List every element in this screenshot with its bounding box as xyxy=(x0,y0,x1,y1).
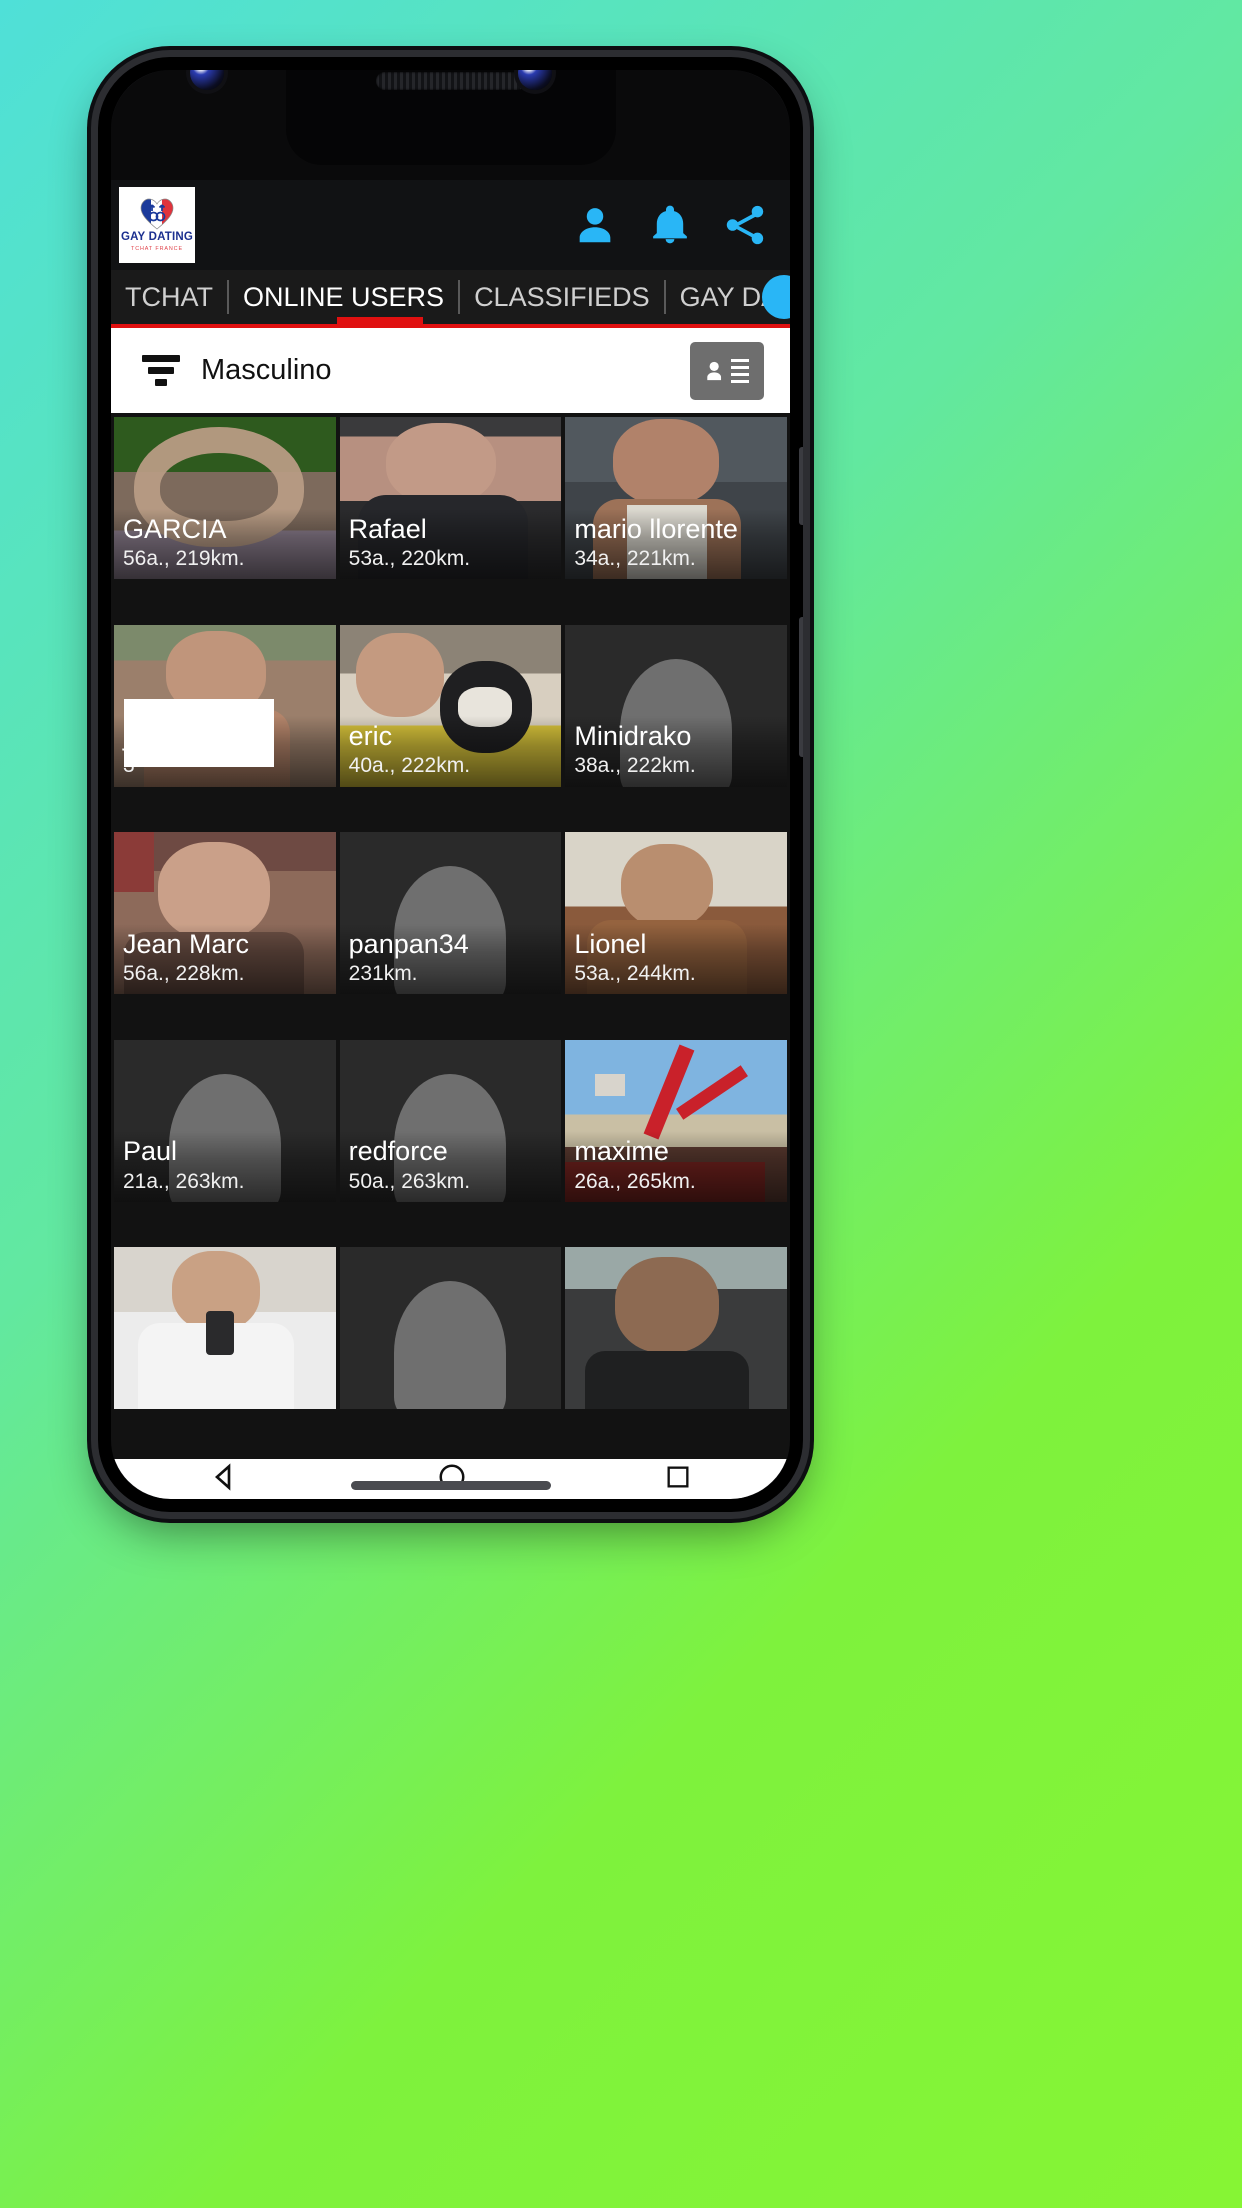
status-notch-area xyxy=(111,70,790,180)
phone-device: GAY DATING TCHAT FRANCE TCHAT ONLINE USE… xyxy=(98,57,803,1512)
user-name: eric xyxy=(348,721,393,752)
recents-button[interactable] xyxy=(664,1463,692,1496)
user-card[interactable]: j 3 xyxy=(114,624,336,787)
header-actions xyxy=(572,202,786,248)
user-meta: panpan34 231km. xyxy=(339,923,562,995)
user-name: mario llorente xyxy=(574,513,738,544)
user-meta: Lionel 53a., 244km. xyxy=(565,923,787,995)
redaction-overlay xyxy=(124,698,274,767)
volume-button[interactable] xyxy=(799,447,803,525)
user-detail: 21a., 263km. xyxy=(123,1169,245,1193)
tab-online-users[interactable]: ONLINE USERS xyxy=(229,270,458,324)
user-card[interactable]: eric 40a., 222km. xyxy=(339,624,562,787)
user-name: Jean Marc xyxy=(123,928,250,959)
filter-bar: Masculino xyxy=(111,328,790,413)
user-card[interactable]: maxime 26a., 265km. xyxy=(565,1039,787,1202)
user-detail: 53a., 220km. xyxy=(348,546,471,570)
user-meta: GARCIA 56a., 219km. xyxy=(114,508,336,579)
user-grid: GARCIA 56a., 219km. Rafael 53a., 220km. xyxy=(111,413,790,1455)
back-button[interactable] xyxy=(209,1461,241,1498)
phone-screen: GAY DATING TCHAT FRANCE TCHAT ONLINE USE… xyxy=(111,70,790,1499)
camera-notch xyxy=(189,70,616,165)
user-detail: 40a., 222km. xyxy=(348,754,471,778)
profile-icon[interactable] xyxy=(572,202,618,248)
user-detail: 53a., 244km. xyxy=(574,962,696,985)
user-meta: eric 40a., 222km. xyxy=(339,716,562,787)
user-card[interactable]: mario llorente 34a., 221km. xyxy=(565,417,787,579)
tab-bar[interactable]: TCHAT ONLINE USERS CLASSIFIEDS GAY DATIN… xyxy=(111,270,790,328)
user-detail: 56a., 219km. xyxy=(123,546,245,570)
logo-subtitle: TCHAT FRANCE xyxy=(131,245,183,252)
front-camera-icon xyxy=(189,70,224,90)
user-meta: mario llorente 34a., 221km. xyxy=(565,508,787,579)
user-name: GARCIA xyxy=(123,513,227,544)
user-meta: Minidrako 38a., 222km. xyxy=(565,716,787,787)
tab-classifieds[interactable]: CLASSIFIEDS xyxy=(460,270,664,324)
user-name: maxime xyxy=(574,1136,669,1167)
user-card[interactable] xyxy=(114,1247,336,1410)
user-photo xyxy=(565,1247,787,1410)
user-card[interactable]: Rafael 53a., 220km. xyxy=(339,417,562,579)
user-name: Rafael xyxy=(348,513,427,544)
user-detail: 38a., 222km. xyxy=(574,754,696,778)
user-card[interactable]: Lionel 53a., 244km. xyxy=(565,832,787,995)
user-name: Minidrako xyxy=(574,721,692,752)
user-card[interactable] xyxy=(339,1247,562,1410)
user-meta: Paul 21a., 263km. xyxy=(114,1131,336,1202)
user-card[interactable]: redforce 50a., 263km. xyxy=(339,1039,562,1202)
home-indicator xyxy=(350,1481,551,1490)
user-name: Lionel xyxy=(574,928,647,959)
user-meta: maxime 26a., 265km. xyxy=(565,1131,787,1202)
user-meta: redforce 50a., 263km. xyxy=(339,1131,562,1202)
android-navigation-bar xyxy=(111,1459,790,1499)
sort-filter-icon[interactable] xyxy=(139,355,183,386)
user-meta: Rafael 53a., 220km. xyxy=(339,508,562,579)
user-name: panpan34 xyxy=(348,928,469,959)
user-card[interactable]: panpan34 231km. xyxy=(339,832,562,995)
user-photo xyxy=(114,1247,336,1410)
user-detail: 56a., 228km. xyxy=(123,962,245,985)
contact-list-icon[interactable] xyxy=(690,341,764,400)
notifications-bell-icon[interactable] xyxy=(648,203,692,247)
user-card[interactable]: Minidrako 38a., 222km. xyxy=(565,624,787,787)
filter-selected-value[interactable]: Masculino xyxy=(201,354,332,387)
app-header: GAY DATING TCHAT FRANCE xyxy=(111,180,790,270)
user-detail: 26a., 265km. xyxy=(574,1169,696,1193)
tab-tchat[interactable]: TCHAT xyxy=(111,270,227,324)
home-button[interactable] xyxy=(437,1462,467,1497)
user-name: Paul xyxy=(123,1136,178,1167)
logo-title: GAY DATING xyxy=(120,231,194,244)
user-detail: 231km. xyxy=(348,962,418,985)
power-button[interactable] xyxy=(799,617,803,757)
user-meta: Jean Marc 56a., 228km. xyxy=(114,923,336,995)
earpiece-speaker xyxy=(375,72,526,90)
list-lines-icon xyxy=(731,358,749,383)
french-flag-heart-logo-icon xyxy=(140,198,174,230)
user-card[interactable]: GARCIA 56a., 219km. xyxy=(114,417,336,579)
app-logo[interactable]: GAY DATING TCHAT FRANCE xyxy=(119,187,195,263)
user-card[interactable]: Paul 21a., 263km. xyxy=(114,1039,336,1202)
user-card[interactable]: Jean Marc 56a., 228km. xyxy=(114,832,336,995)
share-icon[interactable] xyxy=(722,202,768,248)
user-detail: 34a., 221km. xyxy=(574,546,696,570)
user-name: redforce xyxy=(348,1136,448,1167)
active-tab-indicator xyxy=(337,317,423,324)
user-detail: 50a., 263km. xyxy=(348,1169,471,1193)
default-avatar-icon xyxy=(340,1247,562,1410)
user-card[interactable] xyxy=(565,1247,787,1410)
